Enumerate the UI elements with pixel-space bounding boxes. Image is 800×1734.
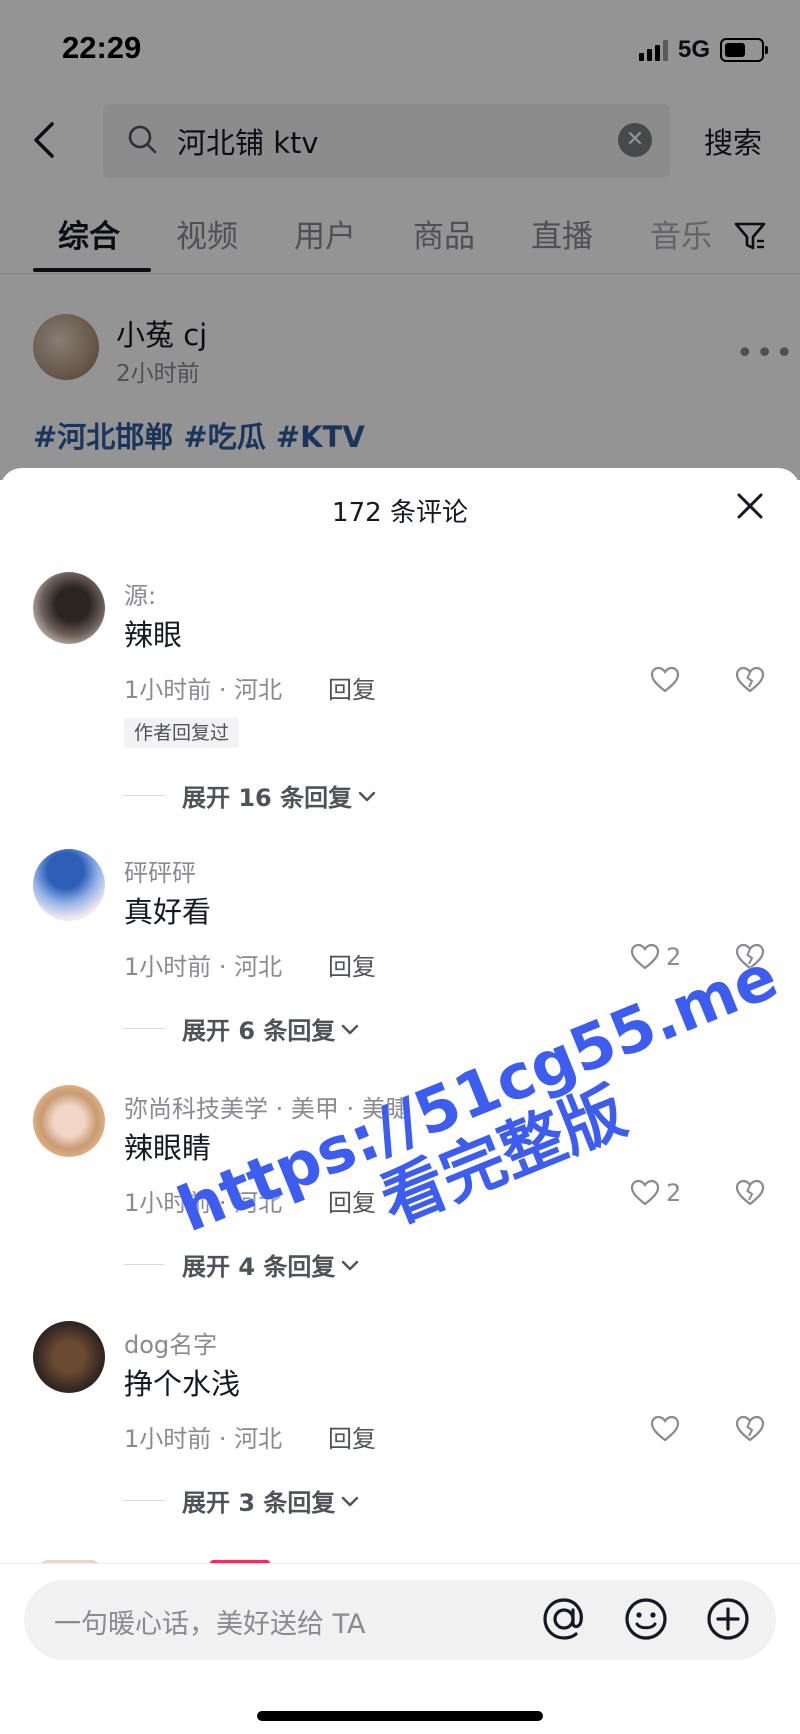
divider — [124, 1500, 164, 1501]
chevron-down-icon — [342, 1496, 359, 1506]
broken-heart-icon — [735, 943, 765, 970]
like-button[interactable]: 2 — [630, 943, 681, 971]
dislike-button[interactable] — [735, 666, 765, 698]
chevron-down-icon — [358, 791, 376, 801]
backdrop-overlay[interactable] — [0, 0, 800, 480]
dislike-button[interactable] — [735, 943, 765, 975]
avatar[interactable] — [33, 1085, 105, 1157]
expand-replies-button[interactable]: 展开 3 条回复 — [124, 1483, 361, 1518]
comment-username[interactable]: dog名字 — [124, 1325, 217, 1360]
add-icon[interactable] — [703, 1594, 753, 1644]
chevron-down-icon — [342, 1024, 359, 1034]
reply-button[interactable]: 回复 — [328, 1183, 376, 1218]
comment-text: 真好看 — [124, 895, 212, 929]
reply-button[interactable]: 回复 — [328, 670, 376, 705]
broken-heart-icon — [735, 666, 765, 693]
emoji-icon[interactable] — [621, 1594, 671, 1644]
expand-replies-label: 展开 3 条回复 — [182, 1489, 336, 1517]
divider — [124, 795, 164, 796]
expand-replies-button[interactable]: 展开 16 条回复 — [124, 778, 378, 813]
like-count: 2 — [666, 1179, 682, 1207]
comment-input-bar: 一句暖心话，美好送给 TA — [0, 1563, 800, 1734]
expand-replies-label: 展开 6 条回复 — [182, 1017, 336, 1045]
expand-replies-label: 展开 4 条回复 — [182, 1253, 336, 1281]
comment-input-placeholder: 一句暖心话，美好送给 TA — [54, 1609, 366, 1640]
like-count: 2 — [666, 943, 682, 971]
dislike-button[interactable] — [735, 1179, 765, 1211]
heart-icon — [650, 1415, 680, 1442]
comment-username[interactable]: 弥尚科技美学 · 美甲 · 美睫 — [124, 1089, 410, 1124]
broken-heart-icon — [735, 1179, 765, 1206]
dislike-button[interactable] — [735, 1415, 765, 1447]
like-button[interactable] — [650, 1415, 686, 1443]
expand-replies-button[interactable]: 展开 4 条回复 — [124, 1247, 361, 1282]
comment-input[interactable]: 一句暖心话，美好送给 TA — [24, 1580, 776, 1660]
mention-icon[interactable] — [539, 1594, 589, 1644]
chevron-down-icon — [342, 1260, 359, 1270]
expand-replies-label: 展开 16 条回复 — [182, 784, 353, 812]
heart-icon — [630, 1179, 660, 1206]
comment-meta: 1小时前 · 河北 — [124, 953, 283, 981]
comment-meta: 1小时前 · 河北 — [124, 676, 283, 704]
like-button[interactable] — [650, 666, 686, 694]
like-button[interactable]: 2 — [630, 1179, 681, 1207]
comment-text: 辣眼睛 — [124, 1131, 212, 1165]
comment-text: 挣个水浅 — [124, 1367, 241, 1401]
comment-username[interactable]: 源: — [124, 576, 156, 611]
divider — [124, 1264, 164, 1265]
comment-meta: 1小时前 · 河北 — [124, 1189, 283, 1217]
reply-button[interactable]: 回复 — [328, 1419, 376, 1454]
comment-username[interactable]: 砰砰砰 — [124, 853, 196, 888]
comment-text: 辣眼 — [124, 618, 183, 652]
comments-count-title: 172 条评论 — [332, 498, 468, 528]
comment-meta: 1小时前 · 河北 — [124, 1425, 283, 1453]
author-replied-badge: 作者回复过 — [124, 718, 240, 748]
heart-icon — [650, 666, 680, 693]
reply-button[interactable]: 回复 — [328, 947, 376, 982]
broken-heart-icon — [735, 1415, 765, 1442]
avatar[interactable] — [33, 849, 105, 921]
home-indicator — [257, 1711, 543, 1721]
comments-sheet: 172 条评论 源: 辣眼 1小时前 · 河北 回复 作者回复过 展开 16 条… — [0, 468, 800, 1734]
avatar[interactable] — [33, 1321, 105, 1393]
close-icon[interactable] — [730, 486, 770, 526]
expand-replies-button[interactable]: 展开 6 条回复 — [124, 1011, 361, 1046]
divider — [124, 1028, 164, 1029]
heart-icon — [630, 943, 660, 970]
avatar[interactable] — [33, 572, 105, 644]
